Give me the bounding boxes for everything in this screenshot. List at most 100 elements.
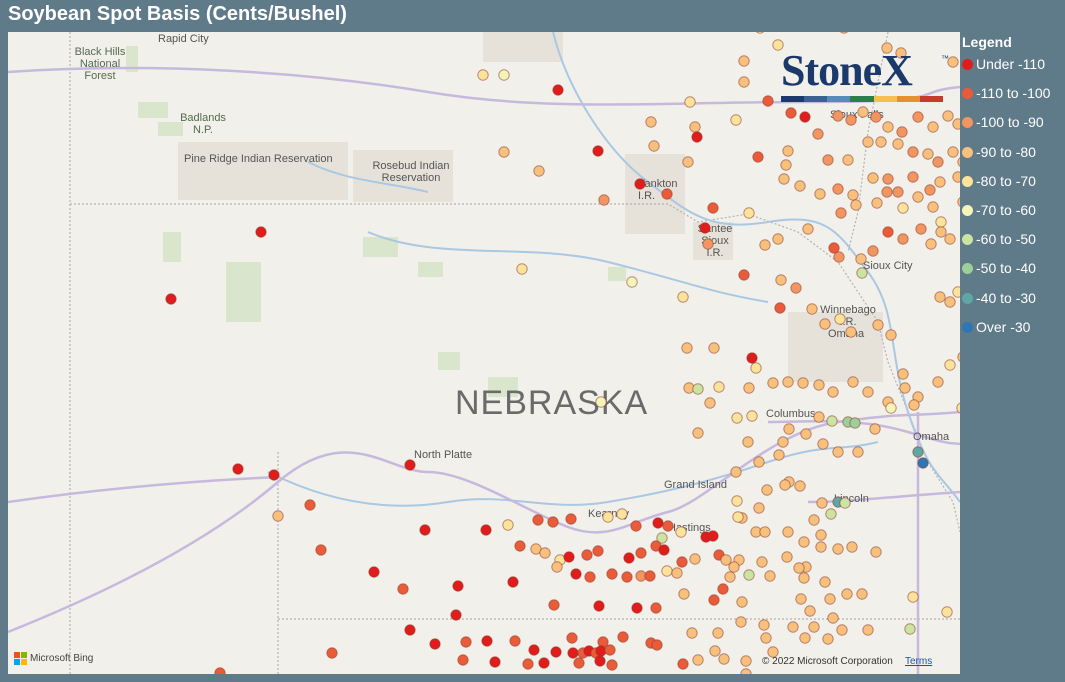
basis-point-marker[interactable] — [623, 552, 635, 564]
basis-point-marker[interactable] — [758, 619, 770, 631]
basis-point-marker[interactable] — [871, 197, 883, 209]
basis-point-marker[interactable] — [849, 417, 861, 429]
basis-point-marker[interactable] — [781, 551, 793, 563]
basis-point-marker[interactable] — [935, 216, 947, 228]
basis-point-marker[interactable] — [832, 183, 844, 195]
basis-point-marker[interactable] — [912, 111, 924, 123]
basis-point-marker[interactable] — [738, 55, 750, 67]
map-view[interactable]: Rapid City Black Hills National Forest B… — [8, 32, 960, 674]
basis-point-marker[interactable] — [775, 274, 787, 286]
basis-point-marker[interactable] — [645, 116, 657, 128]
basis-point-marker[interactable] — [595, 396, 607, 408]
basis-point-marker[interactable] — [904, 623, 916, 635]
basis-point-marker[interactable] — [648, 140, 660, 152]
basis-point-marker[interactable] — [522, 658, 534, 670]
basis-point-marker[interactable] — [404, 459, 416, 471]
basis-point-marker[interactable] — [957, 157, 960, 167]
basis-point-marker[interactable] — [798, 572, 810, 584]
basis-point-marker[interactable] — [570, 568, 582, 580]
basis-point-marker[interactable] — [782, 145, 794, 157]
basis-point-marker[interactable] — [565, 513, 577, 525]
basis-point-marker[interactable] — [912, 191, 924, 203]
basis-point-marker[interactable] — [165, 293, 177, 305]
basis-point-marker[interactable] — [867, 172, 879, 184]
basis-point-marker[interactable] — [457, 654, 469, 666]
basis-point-marker[interactable] — [661, 565, 673, 577]
basis-point-marker[interactable] — [907, 171, 919, 183]
basis-point-marker[interactable] — [460, 636, 472, 648]
basis-point-marker[interactable] — [798, 536, 810, 548]
basis-point-marker[interactable] — [927, 121, 939, 133]
basis-point-marker[interactable] — [742, 436, 754, 448]
basis-point-marker[interactable] — [652, 517, 664, 529]
basis-point-marker[interactable] — [566, 632, 578, 644]
basis-point-marker[interactable] — [855, 253, 867, 265]
basis-point-marker[interactable] — [897, 202, 909, 214]
basis-point-marker[interactable] — [552, 84, 564, 96]
basis-point-marker[interactable] — [782, 526, 794, 538]
basis-point-marker[interactable] — [852, 446, 864, 458]
basis-point-marker[interactable] — [917, 457, 929, 469]
basis-point-marker[interactable] — [584, 571, 596, 583]
basis-point-marker[interactable] — [856, 588, 868, 600]
basis-point-marker[interactable] — [815, 541, 827, 553]
basis-point-marker[interactable] — [606, 568, 618, 580]
basis-point-marker[interactable] — [676, 556, 688, 568]
basis-point-marker[interactable] — [774, 302, 786, 314]
basis-point-marker[interactable] — [862, 136, 874, 148]
basis-point-marker[interactable] — [772, 233, 784, 245]
basis-point-marker[interactable] — [304, 499, 316, 511]
basis-point-marker[interactable] — [567, 647, 579, 659]
basis-point-marker[interactable] — [799, 632, 811, 644]
basis-point-marker[interactable] — [787, 621, 799, 633]
legend-item[interactable]: -100 to -90 — [962, 114, 1064, 143]
basis-point-marker[interactable] — [850, 199, 862, 211]
basis-point-marker[interactable] — [404, 624, 416, 636]
basis-point-marker[interactable] — [675, 526, 687, 538]
basis-point-marker[interactable] — [790, 282, 802, 294]
basis-point-marker[interactable] — [847, 189, 859, 201]
basis-point-marker[interactable] — [728, 561, 740, 573]
basis-point-marker[interactable] — [892, 186, 904, 198]
legend-item[interactable]: Over -30 — [962, 319, 1064, 348]
basis-point-marker[interactable] — [856, 267, 868, 279]
basis-point-marker[interactable] — [952, 118, 960, 130]
basis-point-marker[interactable] — [651, 639, 663, 651]
basis-point-marker[interactable] — [915, 223, 927, 235]
basis-point-marker[interactable] — [326, 647, 338, 659]
basis-point-marker[interactable] — [738, 269, 750, 281]
basis-point-marker[interactable] — [630, 520, 642, 532]
basis-point-marker[interactable] — [707, 530, 719, 542]
basis-point-marker[interactable] — [782, 376, 794, 388]
basis-point-marker[interactable] — [935, 226, 947, 238]
basis-point-marker[interactable] — [699, 222, 711, 234]
basis-point-marker[interactable] — [707, 202, 719, 214]
basis-point-marker[interactable] — [839, 32, 849, 34]
basis-point-marker[interactable] — [827, 612, 839, 624]
basis-point-marker[interactable] — [870, 111, 882, 123]
basis-point-marker[interactable] — [750, 362, 762, 374]
basis-point-marker[interactable] — [957, 352, 960, 362]
basis-point-marker[interactable] — [661, 188, 673, 200]
basis-point-marker[interactable] — [539, 547, 551, 559]
basis-point-marker[interactable] — [892, 138, 904, 150]
basis-point-marker[interactable] — [922, 148, 934, 160]
basis-point-marker[interactable] — [885, 329, 897, 341]
legend-item[interactable]: -50 to -40 — [962, 260, 1064, 289]
basis-point-marker[interactable] — [232, 463, 244, 475]
basis-point-marker[interactable] — [708, 342, 720, 354]
basis-point-marker[interactable] — [397, 583, 409, 595]
basis-point-marker[interactable] — [743, 382, 755, 394]
basis-point-marker[interactable] — [956, 402, 960, 414]
basis-point-marker[interactable] — [429, 638, 441, 650]
basis-point-marker[interactable] — [689, 121, 701, 133]
basis-point-marker[interactable] — [681, 342, 693, 354]
basis-point-marker[interactable] — [827, 386, 839, 398]
basis-point-marker[interactable] — [551, 561, 563, 573]
basis-point-marker[interactable] — [626, 276, 638, 288]
basis-point-marker[interactable] — [881, 186, 893, 198]
basis-point-marker[interactable] — [867, 245, 879, 257]
basis-point-marker[interactable] — [634, 178, 646, 190]
basis-point-marker[interactable] — [845, 114, 857, 126]
legend-item[interactable]: Under -110 — [962, 56, 1064, 85]
